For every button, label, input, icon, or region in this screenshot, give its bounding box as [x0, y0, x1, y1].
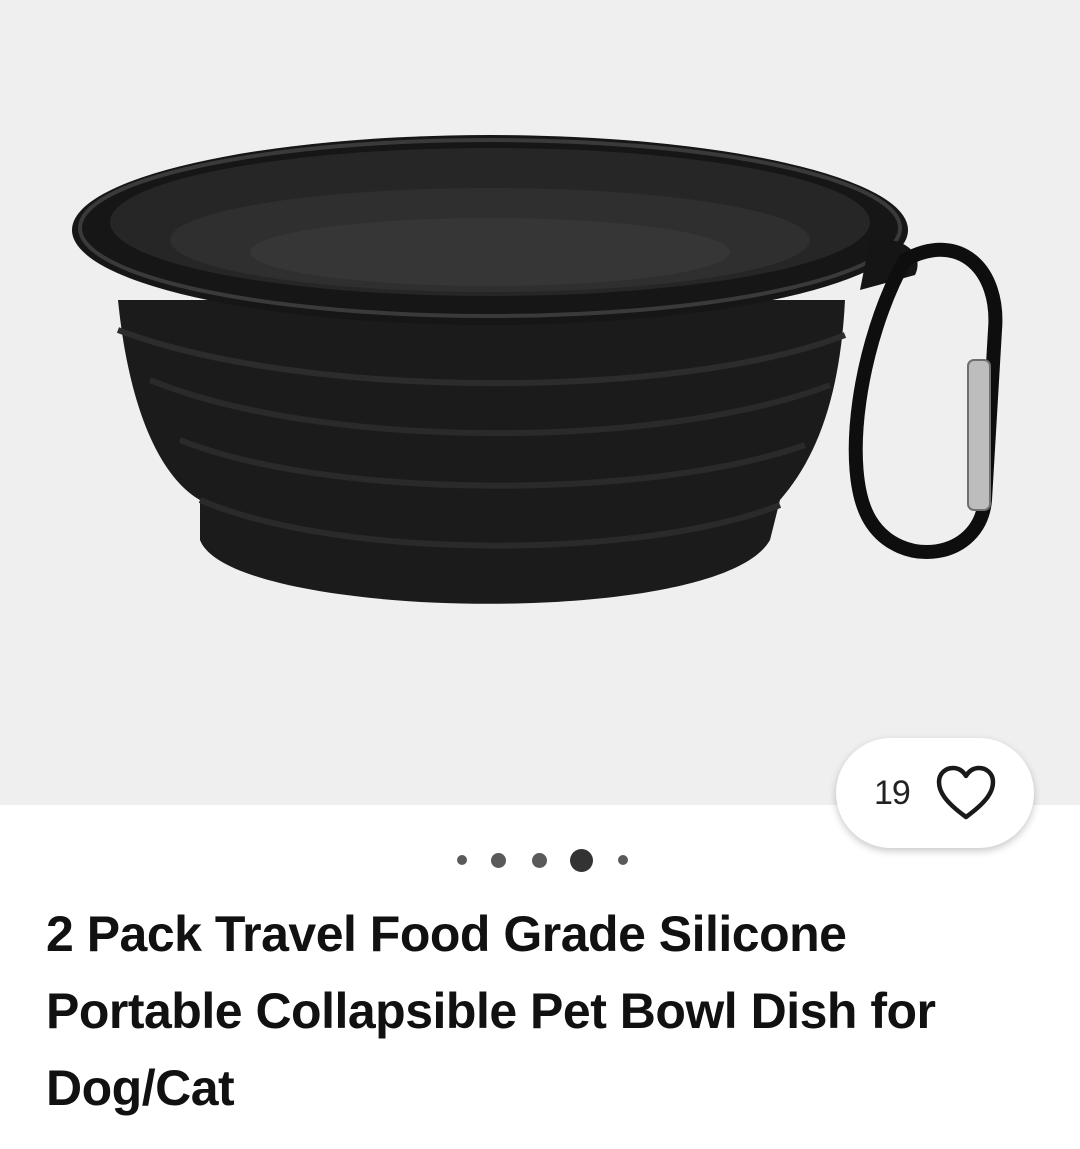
- product-image-area[interactable]: [0, 0, 1080, 805]
- heart-outline-icon: [936, 765, 996, 820]
- product-title: 2 Pack Travel Food Grade Silicone Portab…: [46, 906, 936, 1116]
- favorite-count: 19: [874, 773, 911, 812]
- carousel-dot-active[interactable]: [570, 849, 593, 872]
- carousel-dot[interactable]: [532, 853, 547, 868]
- carousel-indicator: [0, 846, 1080, 874]
- carousel-dot[interactable]: [457, 855, 467, 865]
- product-image: [72, 135, 1003, 604]
- favorite-button[interactable]: 19: [836, 738, 1034, 848]
- carousel-dot[interactable]: [618, 855, 628, 865]
- carousel-dot[interactable]: [491, 853, 506, 868]
